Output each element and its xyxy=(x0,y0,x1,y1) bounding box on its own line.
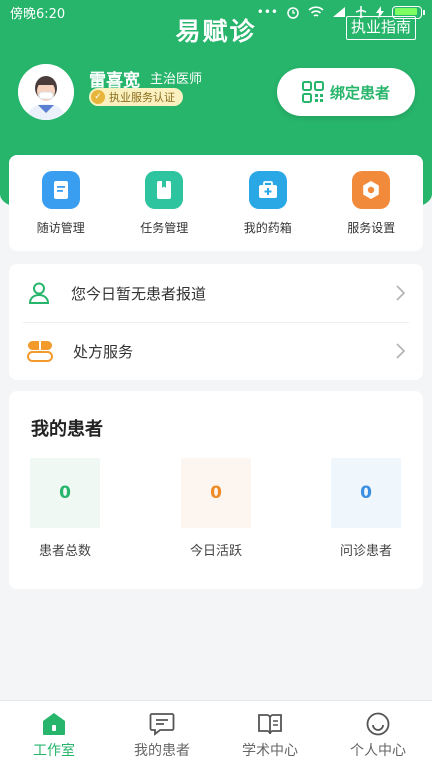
stat-value: 0 xyxy=(331,458,401,528)
tab-label: 学术中心 xyxy=(242,743,298,759)
guide-button[interactable]: 执业指南 xyxy=(345,16,416,40)
smile-icon xyxy=(366,712,390,736)
chevron-right-icon xyxy=(396,285,405,301)
bottom-tab-bar: 工作室 我的患者 学术中心 个人中心 xyxy=(0,700,432,768)
follow-up-icon xyxy=(41,171,80,209)
bind-patient-label: 绑定患者 xyxy=(329,83,390,102)
quick-actions-card: 随访管理 任务管理 我的药箱 服务设置 xyxy=(9,155,423,251)
notice-card: 您今日暂无患者报道 处方服务 xyxy=(9,264,423,380)
quick-action-label: 服务设置 xyxy=(347,221,396,235)
tab-my-patients[interactable]: 我的患者 xyxy=(108,701,216,768)
stat-consult-patients[interactable]: 0 问诊患者 xyxy=(316,458,416,568)
doctor-title: 主治医师 xyxy=(150,72,203,87)
bind-patient-button[interactable]: 绑定患者 xyxy=(277,68,415,116)
qr-code-icon xyxy=(301,81,324,103)
tab-personal[interactable]: 个人中心 xyxy=(324,701,432,768)
tab-label: 工作室 xyxy=(33,743,75,759)
certification-label: 执业服务认证 xyxy=(109,91,175,104)
stat-today-active[interactable]: 0 今日活跃 xyxy=(166,458,266,568)
avatar[interactable] xyxy=(18,64,74,120)
chevron-right-icon xyxy=(396,343,405,359)
tab-academic[interactable]: 学术中心 xyxy=(216,701,324,768)
quick-action-label: 随访管理 xyxy=(36,221,85,235)
settings-icon xyxy=(352,171,391,209)
quick-action-service-settings[interactable]: 服务设置 xyxy=(326,171,416,236)
home-icon xyxy=(43,713,65,735)
chat-icon xyxy=(149,713,175,736)
quick-action-task[interactable]: 任务管理 xyxy=(119,171,209,236)
stat-label: 患者总数 xyxy=(38,544,91,559)
stat-label: 今日活跃 xyxy=(189,544,242,559)
prescription-service-row[interactable]: 处方服务 xyxy=(9,322,423,380)
doctor-avatar-icon xyxy=(18,64,74,120)
tab-studio[interactable]: 工作室 xyxy=(0,701,108,768)
verified-icon: ✓ xyxy=(91,90,105,104)
tab-label: 个人中心 xyxy=(350,743,406,759)
person-icon xyxy=(28,282,50,304)
quick-action-medicine-box[interactable]: 我的药箱 xyxy=(223,171,313,236)
no-patient-report-label: 您今日暂无患者报道 xyxy=(71,284,207,303)
stat-value: 0 xyxy=(30,458,100,528)
quick-action-label: 任务管理 xyxy=(140,221,189,235)
medicine-box-icon xyxy=(248,171,287,209)
quick-action-follow-up[interactable]: 随访管理 xyxy=(16,171,106,236)
certification-badge[interactable]: ✓ 执业服务认证 xyxy=(89,88,183,106)
no-patient-report-row[interactable]: 您今日暂无患者报道 xyxy=(9,264,423,322)
stat-label: 问诊患者 xyxy=(339,544,392,559)
prescription-service-label: 处方服务 xyxy=(73,342,134,361)
prescription-icon xyxy=(27,341,53,362)
my-patients-title: 我的患者 xyxy=(31,419,103,440)
stat-total-patients[interactable]: 0 患者总数 xyxy=(15,458,115,568)
quick-action-label: 我的药箱 xyxy=(243,221,292,235)
stat-value: 0 xyxy=(181,458,251,528)
my-patients-card: 我的患者 0 患者总数 0 今日活跃 0 问诊患者 xyxy=(9,391,423,589)
tab-label: 我的患者 xyxy=(134,743,190,759)
book-icon xyxy=(258,714,282,735)
task-book-icon xyxy=(145,171,184,209)
